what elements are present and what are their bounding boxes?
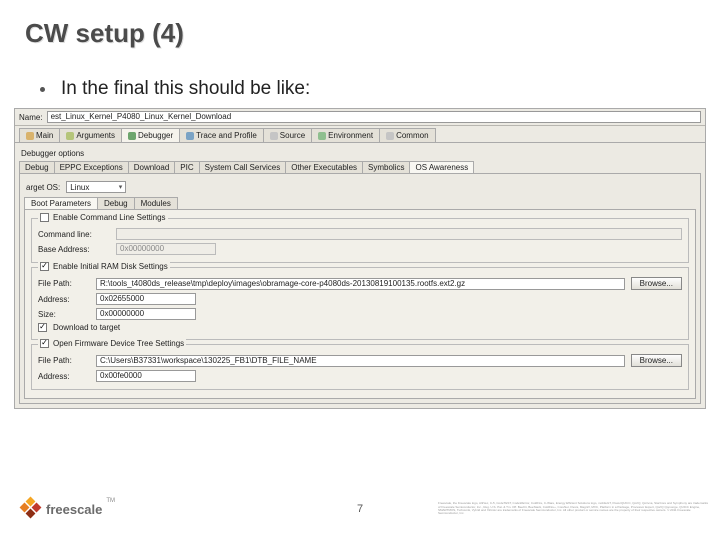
- enable-cmd-label: Enable Command Line Settings: [53, 213, 166, 222]
- source-icon: [270, 132, 278, 140]
- fw-address-label: Address:: [38, 372, 90, 381]
- freescale-logo: freescale TM: [20, 498, 115, 520]
- tab-trace[interactable]: Trace and Profile: [179, 128, 264, 142]
- bullet-item: In the final this should be like:: [40, 78, 310, 100]
- secondary-tab-bar: Debug EPPC Exceptions Download PIC Syste…: [19, 161, 701, 173]
- tab2-debug[interactable]: Debug: [19, 161, 55, 173]
- tab2-other[interactable]: Other Executables: [285, 161, 363, 173]
- download-target-label: Download to target: [53, 323, 120, 332]
- trademark-label: TM: [106, 498, 115, 504]
- tab2-pic[interactable]: PIC: [174, 161, 199, 173]
- open-fw-checkbox[interactable]: [40, 339, 49, 348]
- main-icon: [26, 132, 34, 140]
- ram-address-label: Address:: [38, 295, 90, 304]
- open-fw-label: Open Firmware Device Tree Settings: [53, 339, 184, 348]
- ram-browse-button[interactable]: Browse...: [631, 277, 682, 290]
- tab-common-label: Common: [396, 131, 428, 140]
- tab-main-label: Main: [36, 131, 53, 140]
- legal-text: Freescale, the Freescale logo, AltiVec, …: [438, 502, 708, 515]
- cmd-line-label: Command line:: [38, 230, 110, 239]
- slide-title: CW setup (4): [25, 18, 184, 49]
- inner-tab-bar: Boot Parameters Debug Modules: [24, 197, 696, 209]
- tab-trace-label: Trace and Profile: [196, 131, 257, 140]
- ram-size-input[interactable]: 0x00000000: [96, 308, 196, 320]
- codewarrior-window: Name: est_Linux_Kernel_P4080_Linux_Kerne…: [14, 108, 706, 409]
- tab-debugger[interactable]: Debugger: [121, 128, 180, 142]
- enable-ram-checkbox[interactable]: [40, 262, 49, 271]
- fw-filepath-input[interactable]: C:\Users\B37331\workspace\130225_FB1\DTB…: [96, 355, 625, 367]
- tab-source[interactable]: Source: [263, 128, 312, 142]
- boot-panel: Enable Command Line Settings Command lin…: [24, 209, 696, 399]
- outer-tab-bar: Main Arguments Debugger Trace and Profil…: [15, 126, 705, 143]
- tab-environment[interactable]: Environment: [311, 128, 380, 142]
- tab-debugger-label: Debugger: [138, 131, 173, 140]
- logo-mark-icon: [20, 498, 42, 520]
- tab2-symbolics[interactable]: Symbolics: [362, 161, 410, 173]
- common-icon: [386, 132, 394, 140]
- inner-tab-modules[interactable]: Modules: [134, 197, 178, 209]
- inner-tab-debug[interactable]: Debug: [97, 197, 135, 209]
- ram-size-label: Size:: [38, 310, 90, 319]
- tab2-download[interactable]: Download: [128, 161, 176, 173]
- tab-args-label: Arguments: [76, 131, 115, 140]
- name-label: Name:: [19, 113, 43, 122]
- tab-main[interactable]: Main: [19, 128, 60, 142]
- tab-arguments[interactable]: Arguments: [59, 128, 122, 142]
- target-os-row: arget OS: Linux ▾: [26, 181, 694, 193]
- ram-filepath-label: File Path:: [38, 279, 90, 288]
- tab-common[interactable]: Common: [379, 128, 435, 142]
- inner-tab-boot[interactable]: Boot Parameters: [24, 197, 98, 209]
- target-os-value: Linux: [70, 183, 89, 192]
- tab2-os[interactable]: OS Awareness: [409, 161, 474, 173]
- ram-filepath-input[interactable]: R:\tools_t4080ds_release\tmp\deploy\imag…: [96, 278, 625, 290]
- tab2-syscall[interactable]: System Call Services: [199, 161, 287, 173]
- debugger-options-label: Debugger options: [21, 149, 701, 158]
- page-number: 7: [357, 503, 363, 515]
- env-icon: [318, 132, 326, 140]
- args-icon: [66, 132, 74, 140]
- bullet-dot-icon: [40, 87, 45, 92]
- chevron-down-icon: ▾: [119, 183, 123, 191]
- cmd-line-input: [116, 228, 682, 240]
- fw-address-input[interactable]: 0x00fe0000: [96, 370, 196, 382]
- name-field-row: Name: est_Linux_Kernel_P4080_Linux_Kerne…: [15, 109, 705, 126]
- target-os-label: arget OS:: [26, 183, 60, 192]
- download-target-checkbox[interactable]: [38, 323, 47, 332]
- fw-browse-button[interactable]: Browse...: [631, 354, 682, 367]
- fw-filepath-label: File Path:: [38, 356, 90, 365]
- ram-address-input[interactable]: 0x02655000: [96, 293, 196, 305]
- name-input[interactable]: est_Linux_Kernel_P4080_Linux_Kernel_Down…: [47, 111, 701, 123]
- debugger-icon: [128, 132, 136, 140]
- tab2-eppc[interactable]: EPPC Exceptions: [54, 161, 129, 173]
- target-os-select[interactable]: Linux ▾: [66, 181, 126, 193]
- tab-env-label: Environment: [328, 131, 373, 140]
- os-awareness-panel: arget OS: Linux ▾ Boot Parameters Debug …: [19, 173, 701, 404]
- tab-source-label: Source: [280, 131, 305, 140]
- bullet-text: In the final this should be like:: [61, 78, 310, 100]
- cmd-line-group: Enable Command Line Settings Command lin…: [31, 218, 689, 263]
- slide-footer: freescale TM 7 Freescale, the Freescale …: [0, 488, 720, 530]
- enable-ram-label: Enable Initial RAM Disk Settings: [53, 262, 168, 271]
- logo-text: freescale: [46, 502, 102, 517]
- base-addr-label: Base Address:: [38, 245, 110, 254]
- base-addr-input: 0x00000000: [116, 243, 216, 255]
- enable-cmd-checkbox[interactable]: [40, 213, 49, 222]
- ramdisk-group: Enable Initial RAM Disk Settings File Pa…: [31, 267, 689, 340]
- trace-icon: [186, 132, 194, 140]
- firmware-group: Open Firmware Device Tree Settings File …: [31, 344, 689, 390]
